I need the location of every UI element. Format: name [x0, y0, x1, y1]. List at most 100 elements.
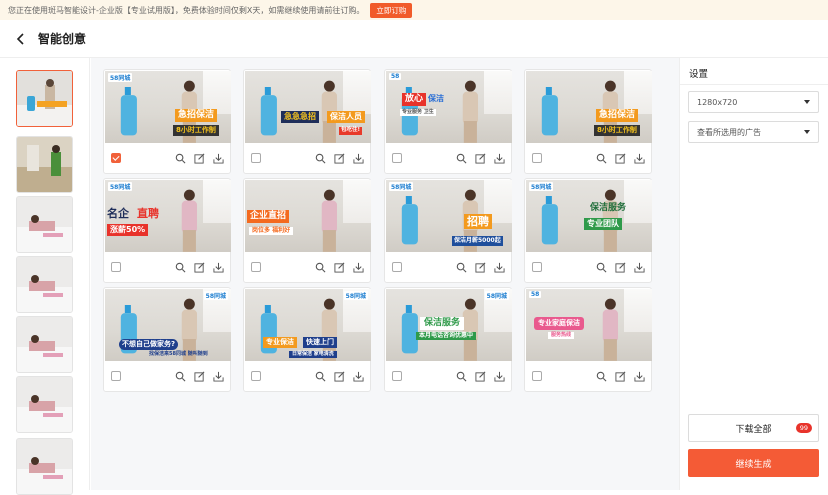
- zoom-icon[interactable]: [175, 153, 186, 164]
- thumbnail-sidebar: [0, 58, 90, 495]
- select-checkbox[interactable]: [111, 371, 121, 381]
- edit-icon[interactable]: [194, 153, 205, 164]
- select-checkbox[interactable]: [392, 371, 402, 381]
- thumbnail-item[interactable]: [16, 438, 73, 495]
- creative-image[interactable]: 58同城 急招保洁 8小时工作制: [105, 71, 231, 143]
- headline-text: 保洁: [428, 94, 444, 103]
- creative-image[interactable]: 58同城 名企 直聘 涨薪50%: [105, 180, 231, 252]
- select-checkbox[interactable]: [532, 371, 542, 381]
- edit-icon[interactable]: [475, 153, 486, 164]
- edit-icon[interactable]: [475, 262, 486, 273]
- edit-icon[interactable]: [615, 262, 626, 273]
- edit-icon[interactable]: [475, 371, 486, 382]
- zoom-icon[interactable]: [315, 153, 326, 164]
- creative-image[interactable]: 急招保洁 8小时工作制: [526, 71, 652, 143]
- thumbnail-item[interactable]: [16, 136, 73, 193]
- creative-image[interactable]: 58 放心 保洁 专业服务 卫生: [386, 71, 512, 143]
- creative-card[interactable]: 58同城 急招保洁 8小时工作制: [103, 69, 231, 174]
- zoom-icon[interactable]: [315, 371, 326, 382]
- select-checkbox[interactable]: [532, 153, 542, 163]
- creative-image[interactable]: 急急急招 保洁人员 包吃住!: [245, 71, 371, 143]
- select-checkbox[interactable]: [111, 153, 121, 163]
- download-all-button[interactable]: 下载全部 99: [688, 414, 819, 442]
- creative-image[interactable]: 58同城 保洁服务 本月电话咨询优惠中: [386, 289, 512, 361]
- creative-card[interactable]: 58同城 保洁服务 专业团队: [524, 178, 652, 283]
- download-all-label: 下载全部: [735, 424, 772, 435]
- download-icon[interactable]: [494, 262, 505, 273]
- subline-text: 日常保洁 家电清洗: [289, 351, 337, 358]
- continue-generate-button[interactable]: 继续生成: [688, 449, 819, 477]
- creative-card[interactable]: 58同城 专业保洁 快速上门 日常保洁 家电清洗: [243, 287, 371, 392]
- zoom-icon[interactable]: [596, 153, 607, 164]
- download-icon[interactable]: [494, 371, 505, 382]
- download-icon[interactable]: [634, 262, 645, 273]
- creative-card[interactable]: 58同城 名企 直聘 涨薪50%: [103, 178, 231, 283]
- creative-image[interactable]: 企业直招 岗位多 福利好: [245, 180, 371, 252]
- download-icon[interactable]: [213, 262, 224, 273]
- edit-icon[interactable]: [615, 153, 626, 164]
- zoom-icon[interactable]: [596, 262, 607, 273]
- brand-logo: 58: [389, 73, 402, 80]
- subline-text: 涨薪50%: [107, 224, 149, 236]
- creative-card[interactable]: 58同城 保洁服务 本月电话咨询优惠中: [384, 287, 512, 392]
- creative-image[interactable]: 58同城 不想自己做家务? 找保洁来58同城 随叫随到: [105, 289, 231, 361]
- creative-card[interactable]: 急招保洁 8小时工作制: [524, 69, 652, 174]
- headline-text: 招聘: [464, 214, 492, 229]
- subline-text: 岗位多 福利好: [249, 227, 294, 235]
- creative-image[interactable]: 58同城 专业保洁 快速上门 日常保洁 家电清洗: [245, 289, 371, 361]
- subline-text: 保洁月薪5000起: [452, 236, 503, 246]
- creative-card[interactable]: 58同城 不想自己做家务? 找保洁来58同城 随叫随到: [103, 287, 231, 392]
- download-icon[interactable]: [213, 371, 224, 382]
- select-checkbox[interactable]: [251, 262, 261, 272]
- thumbnail-item[interactable]: [16, 256, 73, 313]
- buy-now-button[interactable]: 立即订购: [370, 2, 413, 18]
- thumbnail-item[interactable]: [16, 316, 73, 373]
- creative-card[interactable]: 58 专业家庭保洁 服务热线: [524, 287, 652, 392]
- download-icon[interactable]: [353, 262, 364, 273]
- creative-image[interactable]: 58 专业家庭保洁 服务热线: [526, 289, 652, 361]
- thumbnail-item[interactable]: [16, 70, 73, 127]
- download-icon[interactable]: [353, 371, 364, 382]
- download-icon[interactable]: [213, 153, 224, 164]
- creative-image[interactable]: 58同城 招聘 保洁月薪5000起: [386, 180, 512, 252]
- edit-icon[interactable]: [194, 262, 205, 273]
- size-select[interactable]: 1280x720: [688, 91, 819, 113]
- zoom-icon[interactable]: [456, 262, 467, 273]
- edit-icon[interactable]: [615, 371, 626, 382]
- creative-image[interactable]: 58同城 保洁服务 专业团队: [526, 180, 652, 252]
- zoom-icon[interactable]: [456, 153, 467, 164]
- download-icon[interactable]: [634, 153, 645, 164]
- zoom-icon[interactable]: [315, 262, 326, 273]
- creative-card[interactable]: 急急急招 保洁人员 包吃住!: [243, 69, 371, 174]
- select-checkbox[interactable]: [251, 153, 261, 163]
- chevron-left-icon[interactable]: [14, 32, 28, 46]
- edit-icon[interactable]: [334, 262, 345, 273]
- brand-logo: 58: [529, 291, 542, 298]
- select-checkbox[interactable]: [532, 262, 542, 272]
- thumbnail-item[interactable]: [16, 376, 73, 433]
- zoom-icon[interactable]: [456, 371, 467, 382]
- select-checkbox[interactable]: [392, 153, 402, 163]
- thumbnail-item[interactable]: [16, 196, 73, 253]
- zoom-icon[interactable]: [175, 262, 186, 273]
- creative-card[interactable]: 企业直招 岗位多 福利好: [243, 178, 371, 283]
- select-checkbox[interactable]: [392, 262, 402, 272]
- edit-icon[interactable]: [334, 153, 345, 164]
- select-checkbox[interactable]: [111, 262, 121, 272]
- brand-logo: 58同城: [108, 73, 133, 82]
- settings-panel: 设置 1280x720 查看所选用的广告 下载全部 99 继续生成: [679, 58, 828, 490]
- zoom-icon[interactable]: [175, 371, 186, 382]
- zoom-icon[interactable]: [596, 371, 607, 382]
- headline-text: 急急急招: [281, 111, 319, 123]
- select-checkbox[interactable]: [251, 371, 261, 381]
- edit-icon[interactable]: [334, 371, 345, 382]
- creative-card[interactable]: 58 放心 保洁 专业服务 卫生: [384, 69, 512, 174]
- ads-select[interactable]: 查看所选用的广告: [688, 121, 819, 143]
- brand-logo: 58同城: [108, 182, 133, 191]
- download-icon[interactable]: [353, 153, 364, 164]
- download-icon[interactable]: [634, 371, 645, 382]
- download-icon[interactable]: [494, 153, 505, 164]
- creative-card[interactable]: 58同城 招聘 保洁月薪5000起: [384, 178, 512, 283]
- headline-text: 急招保洁: [175, 109, 218, 122]
- edit-icon[interactable]: [194, 371, 205, 382]
